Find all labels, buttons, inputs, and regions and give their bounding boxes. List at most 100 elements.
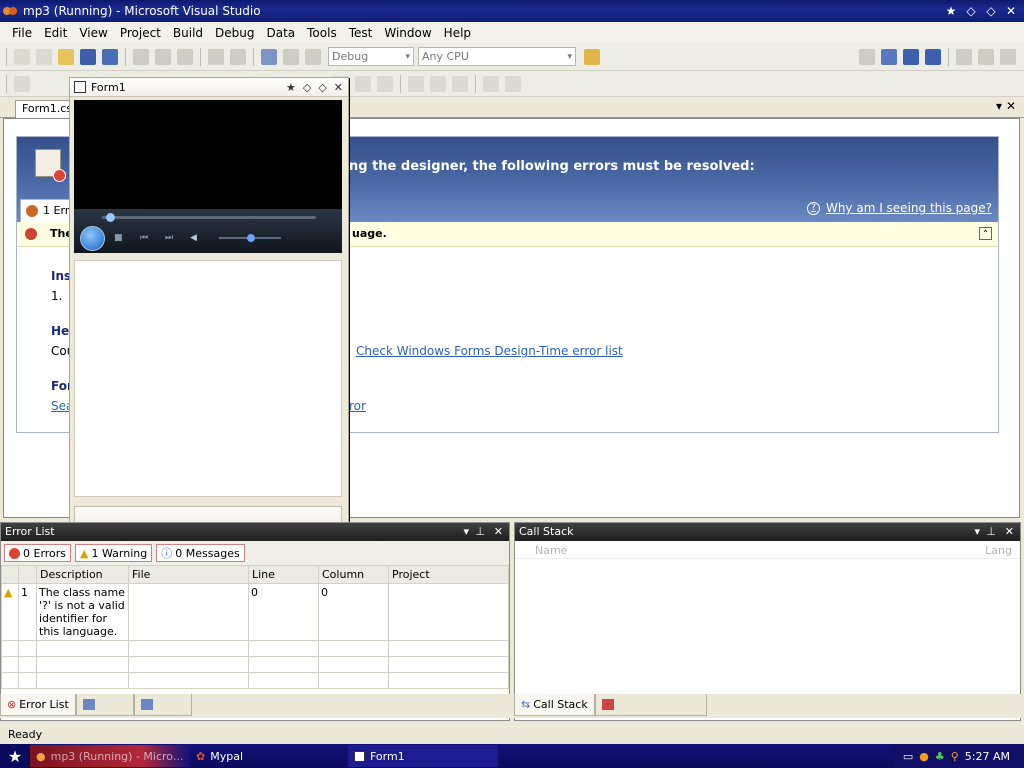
start-button[interactable]: ★ <box>0 744 30 768</box>
column-project[interactable]: Project <box>388 565 509 584</box>
navigate-icon[interactable] <box>261 48 277 65</box>
format-icon[interactable] <box>430 75 446 92</box>
column-file[interactable]: File <box>128 565 249 584</box>
pin-icon[interactable]: ⊥ <box>986 523 996 541</box>
step-over-icon[interactable] <box>978 48 994 65</box>
taskbar-item-form1[interactable]: Form1 <box>348 745 498 767</box>
redo-icon[interactable] <box>230 48 246 65</box>
configuration-combo[interactable]: Debug <box>328 47 414 66</box>
continue-icon[interactable] <box>859 48 875 65</box>
start-icon[interactable] <box>305 48 321 65</box>
taskbar-item-visual-studio[interactable]: ● mp3 (Running) - Micro... <box>30 745 190 767</box>
menu-tools[interactable]: Tools <box>301 26 343 40</box>
volume-thumb[interactable] <box>247 234 255 242</box>
format-icon[interactable] <box>377 75 393 92</box>
paste-icon[interactable] <box>177 48 193 65</box>
tab-error-list[interactable]: ⊗ Error List <box>0 694 76 716</box>
format-icon[interactable] <box>355 75 371 92</box>
tab-output[interactable] <box>75 694 134 716</box>
align-icon[interactable] <box>14 75 30 92</box>
column-description[interactable]: Description <box>36 565 129 584</box>
network-icon[interactable]: ♣ <box>935 750 945 763</box>
close-icon[interactable]: ✕ <box>1004 4 1018 18</box>
menu-data[interactable]: Data <box>260 26 301 40</box>
tab-call-stack[interactable]: ⇆ Call Stack <box>514 694 595 716</box>
platform-combo[interactable]: Any CPU <box>418 47 576 66</box>
column-column[interactable]: Column <box>318 565 389 584</box>
tab-breakpoints[interactable] <box>594 694 707 716</box>
close-icon[interactable]: ✕ <box>494 523 503 541</box>
open-folder-icon[interactable] <box>58 48 74 65</box>
solution-icon[interactable] <box>283 48 299 65</box>
format-icon[interactable] <box>408 75 424 92</box>
seek-bar[interactable] <box>102 213 316 222</box>
pin-icon[interactable]: ⊥ <box>475 523 485 541</box>
tray-app-icon[interactable]: ● <box>919 750 929 763</box>
collapse-icon[interactable]: ⌃ <box>979 227 992 240</box>
column-number[interactable] <box>18 565 37 584</box>
format-icon[interactable] <box>483 75 499 92</box>
minimize-icon[interactable]: ◇ <box>303 81 311 94</box>
design-time-errors-link[interactable]: Check Windows Forms Design-Time error li… <box>356 344 623 358</box>
dropdown-icon[interactable]: ▾ <box>974 523 980 541</box>
save-all-icon[interactable] <box>102 48 118 65</box>
seek-thumb[interactable] <box>106 213 115 222</box>
format-icon[interactable] <box>452 75 468 92</box>
volume-slider[interactable] <box>219 234 281 242</box>
minimize-icon[interactable]: ◇ <box>964 4 978 18</box>
column-icon[interactable] <box>1 565 19 584</box>
step-into-icon[interactable] <box>956 48 972 65</box>
menu-project[interactable]: Project <box>114 26 167 40</box>
menu-help[interactable]: Help <box>438 26 477 40</box>
save-icon[interactable] <box>80 48 96 65</box>
star-icon[interactable]: ★ <box>944 4 958 18</box>
menu-view[interactable]: View <box>73 26 113 40</box>
search-icon[interactable]: ⚲ <box>951 750 959 763</box>
mute-icon[interactable]: ◀ <box>190 233 204 243</box>
why-link[interactable]: ? Why am I seeing this page? <box>806 201 992 215</box>
forums-search-link-suffix[interactable]: ror <box>349 399 366 413</box>
column-line[interactable]: Line <box>248 565 319 584</box>
find-icon[interactable] <box>584 48 600 65</box>
undo-icon[interactable] <box>208 48 224 65</box>
restart-icon[interactable] <box>925 48 941 65</box>
menu-debug[interactable]: Debug <box>209 26 260 40</box>
column-language[interactable]: Lang <box>985 544 1012 557</box>
format-icon[interactable] <box>505 75 521 92</box>
stop-icon[interactable] <box>903 48 919 65</box>
taskbar-item-mypal[interactable]: ✿ Mypal <box>190 745 340 767</box>
menu-build[interactable]: Build <box>167 26 209 40</box>
menu-window[interactable]: Window <box>378 26 437 40</box>
add-item-icon[interactable] <box>36 48 52 65</box>
playlist-listbox[interactable] <box>74 260 342 497</box>
table-row[interactable]: ▲ 1 The class name '?' is not a valid id… <box>1 583 509 641</box>
copy-icon[interactable] <box>155 48 171 65</box>
star-icon[interactable]: ★ <box>286 81 296 94</box>
media-player[interactable]: ■ ⏮ ⏭ ◀ <box>74 100 342 253</box>
keyboard-icon[interactable]: ▭ <box>903 750 913 763</box>
next-icon[interactable]: ⏭ <box>165 233 175 243</box>
warnings-filter-button[interactable]: ▲ 1 Warning <box>75 544 153 562</box>
play-button[interactable] <box>80 226 105 251</box>
new-project-icon[interactable] <box>14 48 30 65</box>
messages-filter-button[interactable]: ⓘ 0 Messages <box>156 544 245 562</box>
menu-test[interactable]: Test <box>343 26 379 40</box>
maximize-icon[interactable]: ◇ <box>984 4 998 18</box>
previous-icon[interactable]: ⏮ <box>140 233 150 243</box>
step-out-icon[interactable] <box>1000 48 1016 65</box>
close-icon[interactable]: ✕ <box>334 81 343 94</box>
dropdown-icon[interactable]: ▾ <box>463 523 469 541</box>
column-name[interactable]: Name <box>535 544 567 557</box>
close-icon[interactable]: ✕ <box>1005 523 1014 541</box>
stop-icon[interactable]: ■ <box>114 233 124 243</box>
tab-dropdown-icon[interactable]: ▾ <box>996 99 1002 113</box>
clock[interactable]: 5:27 AM <box>965 750 1010 763</box>
cut-icon[interactable] <box>133 48 149 65</box>
errors-filter-button[interactable]: 0 Errors <box>4 544 72 562</box>
close-document-icon[interactable]: ✕ <box>1006 99 1016 113</box>
menu-edit[interactable]: Edit <box>38 26 73 40</box>
maximize-icon[interactable]: ◇ <box>318 81 326 94</box>
menu-file[interactable]: File <box>0 26 38 40</box>
tab-immediate[interactable] <box>133 694 192 716</box>
pause-icon[interactable] <box>881 48 897 65</box>
